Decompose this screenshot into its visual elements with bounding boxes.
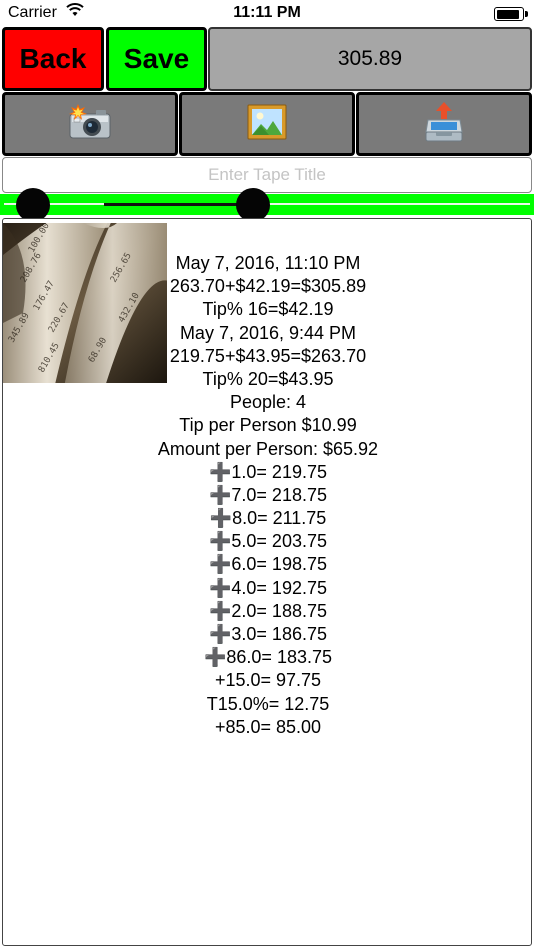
status-bar: Carrier 11:11 PM bbox=[0, 0, 534, 26]
tape-line: T15.0%= 12.75 bbox=[206, 693, 330, 714]
export-button[interactable] bbox=[356, 92, 532, 156]
tape-line: ➕3.0= 186.75 bbox=[208, 624, 327, 644]
camera-icon bbox=[68, 103, 112, 145]
tape-line: 219.75+$43.95=$263.70 bbox=[169, 345, 367, 366]
save-button-label: Save bbox=[123, 43, 190, 74]
slider-high-handle[interactable] bbox=[236, 188, 270, 222]
tape-line: May 7, 2016, 11:10 PM bbox=[175, 253, 361, 273]
tape-line: Tip% 16=$42.19 bbox=[202, 299, 334, 320]
tape-line: ➕6.0= 198.75 bbox=[208, 554, 327, 575]
tape-line: +15.0= 97.75 bbox=[214, 670, 322, 691]
tape-line: People: 4 bbox=[229, 392, 307, 413]
status-time: 11:11 PM bbox=[233, 4, 301, 21]
slider-low-handle[interactable] bbox=[16, 188, 50, 222]
slider-selected-range bbox=[104, 203, 254, 206]
tape-line: ➕5.0= 203.75 bbox=[208, 531, 327, 552]
tape-line: ➕2.0= 188.75 bbox=[208, 600, 327, 621]
tape-title-input[interactable] bbox=[2, 157, 532, 193]
range-slider[interactable] bbox=[0, 188, 534, 222]
tape-line: ➕8.0= 211.75 bbox=[209, 508, 327, 529]
tape-line: Tip% 20=$43.95 bbox=[202, 368, 334, 389]
camera-button[interactable] bbox=[2, 92, 178, 156]
back-button-label: Back bbox=[19, 43, 87, 74]
tape-line: +85.0= 85.00 bbox=[214, 716, 322, 737]
tape-line: 263.70+$42.19=$305.89 bbox=[169, 276, 367, 297]
tape-line: ➕7.0= 218.75 bbox=[208, 484, 327, 505]
tape-line: ➕4.0= 192.75 bbox=[208, 577, 327, 598]
tape-line: May 7, 2016, 9:44 PM bbox=[179, 322, 357, 343]
back-button[interactable]: Back bbox=[2, 27, 104, 91]
export-tray-icon bbox=[425, 101, 463, 147]
total-display: 305.89 bbox=[208, 27, 532, 91]
tape-line: ➕86.0= 183.75 bbox=[203, 647, 332, 668]
tape-panel[interactable]: 100.00 208.76 176.47 345.89 220.67 810.4… bbox=[2, 218, 532, 946]
battery-icon bbox=[494, 7, 528, 21]
tape-lines: May 7, 2016, 11:10 PM 263.70+$42.19=$305.… bbox=[3, 252, 531, 739]
photo-library-button[interactable] bbox=[179, 92, 355, 156]
photo-library-icon bbox=[247, 104, 287, 145]
tape-line: Tip per Person $10.99 bbox=[179, 415, 357, 436]
tape-line: Amount per Person: $65.92 bbox=[157, 438, 379, 459]
tape-line: ➕1.0= 219.75 bbox=[208, 461, 327, 482]
save-button[interactable]: Save bbox=[106, 27, 207, 91]
